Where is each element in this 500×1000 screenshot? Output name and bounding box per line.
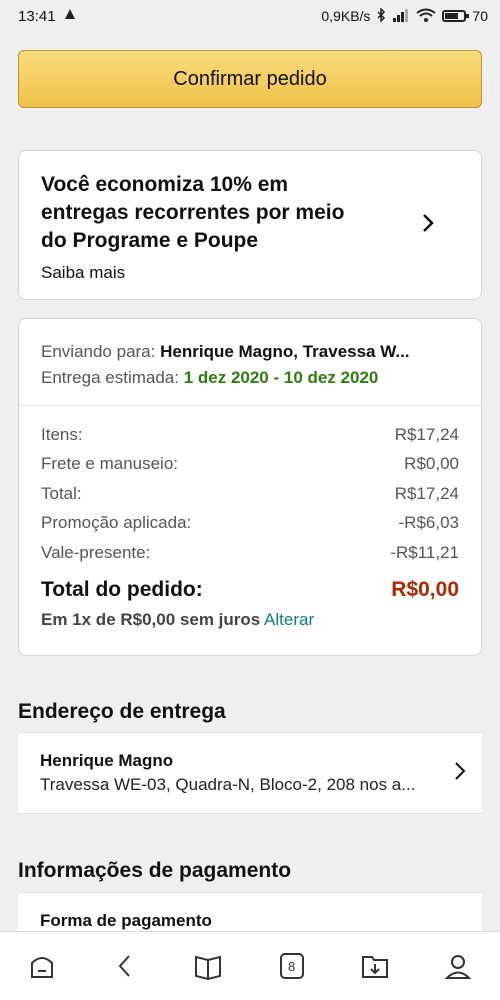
bookmarks-icon[interactable] — [188, 946, 228, 986]
eta-value: 1 dez 2020 - 10 dez 2020 — [183, 368, 379, 387]
installments-text: Em 1x de R$0,00 sem juros — [41, 609, 261, 629]
eta-label: Entrega estimada: — [41, 368, 179, 387]
ship-to-value: Henrique Magno, Travessa W... — [160, 342, 410, 361]
subscribe-save-promo-card[interactable]: Você economiza 10% em entregas recorrent… — [18, 150, 482, 300]
downloads-icon[interactable] — [355, 946, 395, 986]
battery-icon — [442, 10, 470, 22]
installments-info: Em 1x de R$0,00 sem juros Alterar — [41, 610, 459, 630]
chevron-right-icon — [454, 757, 466, 788]
wifi-icon — [416, 8, 437, 25]
shipping-address-card[interactable]: Henrique Magno Travessa WE-03, Quadra-N,… — [18, 732, 482, 814]
summary-row-value: R$17,24 — [394, 424, 459, 444]
payment-method-card[interactable]: Forma de pagamento — [18, 892, 482, 932]
tabs-icon[interactable]: 8 — [272, 946, 312, 986]
shipping-address-title: Endereço de entrega — [18, 700, 226, 723]
payment-info-title: Informações de pagamento — [18, 859, 292, 882]
summary-row: Total: R$17,24 — [41, 479, 459, 509]
shipping-info: Enviando para: Henrique Magno, Travessa … — [19, 319, 481, 406]
summary-row: Vale-presente: -R$11,21 — [41, 538, 459, 568]
browser-bottom-nav: 8 — [0, 931, 500, 1000]
payment-method-label: Forma de pagamento — [40, 911, 212, 930]
back-icon[interactable] — [105, 946, 145, 986]
battery-level: 70 — [472, 8, 488, 24]
profile-icon[interactable] — [438, 946, 478, 986]
summary-row-value: -R$6,03 — [398, 513, 459, 533]
home-icon[interactable] — [22, 946, 62, 986]
signal-icon — [392, 8, 410, 25]
status-time: 13:41 — [18, 7, 56, 25]
summary-row-label: Total: — [41, 483, 82, 503]
order-total-row: Total do pedido: R$0,00 — [41, 574, 459, 606]
summary-row-label: Promoção aplicada: — [41, 513, 192, 533]
order-summary-card: Enviando para: Henrique Magno, Travessa … — [18, 318, 482, 656]
order-total-label: Total do pedido: — [41, 577, 203, 601]
summary-row-label: Frete e manuseio: — [41, 454, 179, 474]
change-installments-link[interactable]: Alterar — [264, 610, 314, 629]
network-speed: 0,9KB/s — [321, 8, 371, 24]
summary-row-value: R$0,00 — [404, 454, 459, 474]
summary-row-label: Vale-presente: — [41, 542, 151, 562]
chevron-right-icon — [421, 209, 435, 241]
order-total-value: R$0,00 — [391, 577, 459, 601]
status-bar: 13:41 0,9KB/s 70 — [0, 0, 500, 32]
address-name: Henrique Magno — [40, 751, 174, 770]
promo-title: Você economiza 10% em entregas recorrent… — [41, 173, 345, 252]
summary-row: Frete e manuseio: R$0,00 — [41, 450, 459, 480]
tabs-count: 8 — [288, 958, 296, 974]
summary-row: Promoção aplicada: -R$6,03 — [41, 509, 459, 539]
address-line: Travessa WE-03, Quadra-N, Bloco-2, 208 n… — [40, 775, 416, 794]
summary-row-value: R$17,24 — [394, 483, 459, 503]
summary-row: Itens: R$17,24 — [41, 420, 459, 450]
learn-more-link[interactable]: Saiba mais — [41, 263, 459, 283]
notification-icon — [62, 7, 78, 25]
ship-to-label: Enviando para: — [41, 342, 156, 361]
summary-row-value: -R$11,21 — [390, 542, 459, 562]
summary-row-label: Itens: — [41, 424, 83, 444]
confirm-order-button[interactable]: Confirmar pedido — [18, 50, 482, 108]
bluetooth-icon — [376, 6, 386, 25]
